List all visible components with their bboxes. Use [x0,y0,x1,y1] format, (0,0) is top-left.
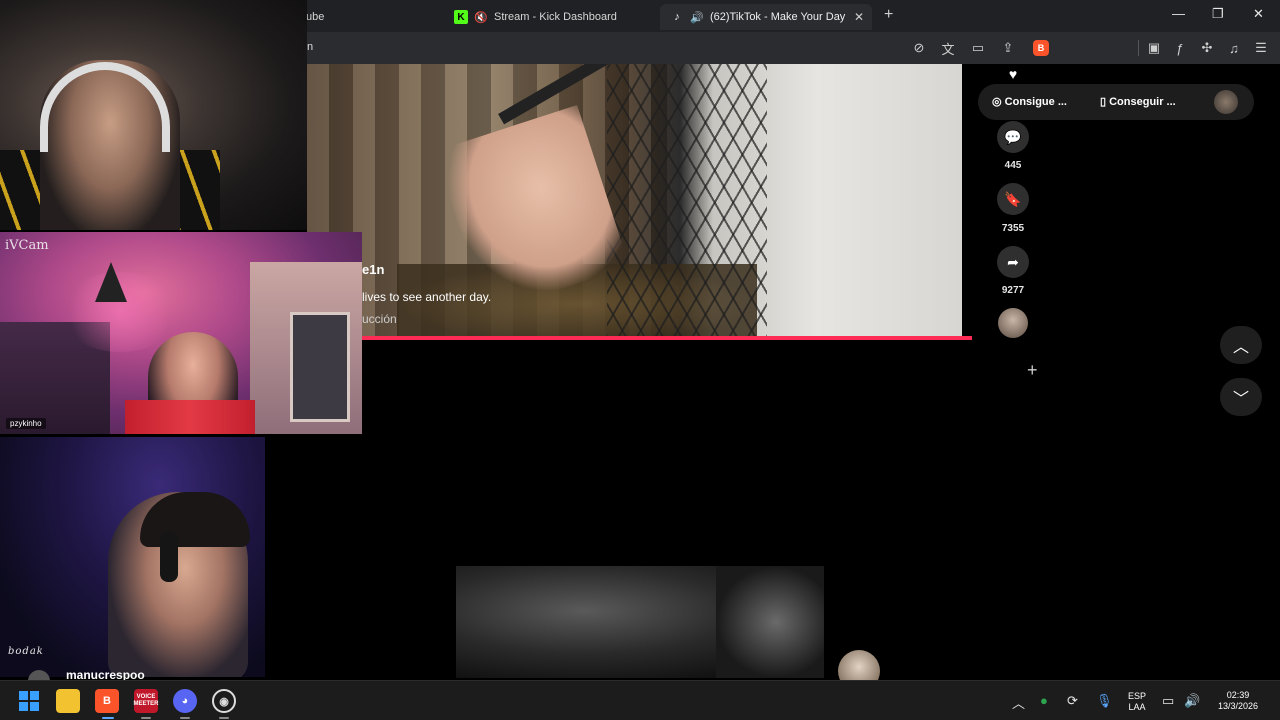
windows-taskbar: B VOICE MEETER ◕ ◉ ︿ ● ⟳ 🎙 ESP LAA ▭ 🔊 0… [0,680,1280,720]
chevron-down-icon: ﹀ [1232,391,1249,408]
get-app-button[interactable]: ▯ Conseguir ... [1100,95,1176,108]
brave-active-indicator [102,717,114,719]
tab-kick-dashboard[interactable]: K 🔇 Stream - Kick Dashboard [444,4,654,30]
share-count: 9277 [1001,285,1025,296]
get-app-label: Conseguir ... [1109,96,1176,108]
speaker-icon[interactable]: 🔊 [690,10,704,24]
url-text[interactable]: n [307,41,313,53]
language-indicator[interactable]: ESP LAA [1122,691,1152,713]
discord-icon[interactable]: ◕ [173,689,197,713]
sync-icon[interactable]: ⟳ [1067,693,1078,709]
clock[interactable]: 02:39 13/3/2026 [1210,690,1266,712]
comment-count: 445 [1004,160,1022,171]
language-top: ESP [1127,691,1146,701]
cam2-window [290,312,350,422]
cam2-shirt [125,400,255,434]
voicemeeter-indicator [141,717,151,719]
ivcam-watermark: iVCam [5,238,49,253]
video-author[interactable]: e1n [362,262,384,277]
tab-title: ube [306,11,325,23]
translate-icon[interactable]: 文 [940,40,956,57]
bookmark-icon[interactable]: 🔖 [997,183,1029,215]
voicemeeter-label: VOICE MEETER [133,694,159,707]
previous-video-button[interactable]: ︿ [1220,326,1262,364]
close-window-button[interactable]: ✕ [1253,6,1264,22]
puzzle-icon[interactable]: ✣ [1199,40,1215,56]
mute-icon[interactable]: 🔇 [474,10,488,24]
obs-icon[interactable]: ◉ [212,689,236,713]
tab-title: (62)TikTok - Make Your Day [710,11,846,23]
screen: ube K 🔇 Stream - Kick Dashboard ♪ 🔊 (62)… [0,0,1280,720]
video-music[interactable]: ucción [362,312,397,326]
script-extension-icon[interactable]: ƒ [1172,40,1188,56]
profile-avatar[interactable] [1214,90,1238,114]
video-caption: lives to see another day. [362,290,492,304]
signature-text: bodak [8,646,44,657]
share-icon[interactable]: ⇪ [1000,40,1016,56]
cam2-lamp-glow [60,272,180,352]
restore-button[interactable]: ❐ [1212,6,1224,22]
tray-status-icon[interactable]: ● [1040,693,1048,708]
comment-icon[interactable]: 💬 [997,121,1029,153]
microphone-icon[interactable]: 🎙 [1096,693,1113,709]
get-app-banner: ◎ Consigue ... ▯ Conseguir ... [978,84,1254,120]
brave-icon[interactable]: B [95,689,119,713]
video-fence [607,64,767,338]
brave-shields-icon[interactable]: B [1033,40,1049,56]
tiktok-icon: ♪ [674,11,680,23]
webcam-guest-ivcam: iVCam pzykinho [0,232,362,434]
obs-indicator [219,717,229,719]
cursor-crosshair-icon: + [1027,360,1038,380]
clock-time: 02:39 [1226,690,1250,700]
tray-overflow-chevron-icon[interactable]: ︿ [1012,693,1025,712]
cast-icon[interactable]: ▭ [970,40,986,56]
network-icon[interactable]: ▭ [1162,693,1174,709]
next-video-preview[interactable] [456,566,824,678]
webcam-guest-2 [0,437,265,677]
new-tab-button[interactable]: + [884,6,893,24]
video-progress-bar[interactable] [307,336,972,340]
volume-icon[interactable]: 🔊 [1184,693,1200,709]
language-bottom: LAA [1128,702,1146,712]
menu-icon[interactable]: ☰ [1253,40,1269,56]
extension-icon[interactable]: ▣ [1146,40,1162,56]
clock-date: 13/3/2026 [1217,701,1259,711]
share-arrow-icon[interactable]: ➦ [997,246,1029,278]
tab-tiktok[interactable]: ♪ 🔊 (62)TikTok - Make Your Day ✕ [660,4,872,30]
get-coins-button[interactable]: ◎ Consigue ... [992,95,1067,108]
next-video-figure [716,566,824,678]
cam2-name-tag: pzykinho [6,418,46,429]
kick-icon: K [454,10,468,24]
tab-title: Stream - Kick Dashboard [494,11,617,23]
discord-indicator [180,717,190,719]
file-explorer-icon[interactable] [56,689,80,713]
get-coins-label: Consigue ... [1004,96,1067,108]
close-tab-icon[interactable]: ✕ [854,10,864,24]
media-icon[interactable]: ♫ [1226,40,1242,56]
webcam-streamer [0,0,307,230]
windows-start-icon[interactable] [17,689,41,713]
save-count: 7355 [1001,223,1025,234]
next-video-button[interactable]: ﹀ [1220,378,1262,416]
tab-youtube[interactable]: ube [296,4,436,30]
minimize-button[interactable]: — [1172,6,1185,21]
sound-avatar[interactable] [998,308,1028,338]
no-tracking-icon[interactable]: ⊘ [911,40,927,56]
cam3-headset [160,532,178,582]
toolbar-divider [1138,40,1139,56]
voicemeeter-icon[interactable]: VOICE MEETER [133,689,159,713]
chevron-up-icon: ︿ [1232,339,1249,356]
